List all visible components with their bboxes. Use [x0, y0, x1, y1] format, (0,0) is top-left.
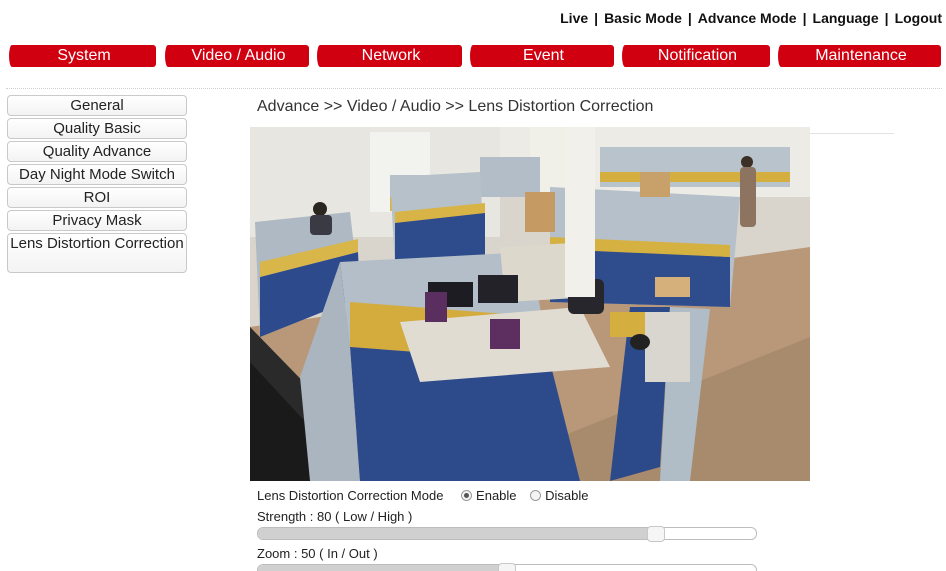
top-links: Live | Basic Mode | Advance Mode | Language | Lo… [560, 10, 942, 26]
strength-slider-handle[interactable] [647, 526, 665, 542]
enable-radio[interactable] [461, 490, 473, 501]
sidebar-item-quality-basic[interactable]: Quality Basic [7, 118, 187, 139]
live-video-view[interactable] [250, 127, 810, 481]
sidebar-item-lens-distortion-correction[interactable]: Lens Distortion Correction [7, 233, 187, 273]
main-nav: System Video / Audio Network Event Notif… [6, 45, 942, 67]
tab-network[interactable]: Network [317, 45, 462, 67]
sidebar-item-day-night-mode-switch[interactable]: Day Night Mode Switch [7, 164, 187, 185]
separator: | [687, 10, 692, 26]
tab-video-audio[interactable]: Video / Audio [165, 45, 309, 67]
separator: | [884, 10, 889, 26]
zoom-slider[interactable] [257, 563, 757, 571]
strength-slider-fill [258, 528, 656, 539]
mode-label: Lens Distortion Correction Mode [257, 488, 444, 503]
sidebar: General Quality Basic Quality Advance Da… [7, 95, 187, 275]
enable-label[interactable]: Enable [476, 488, 516, 503]
logout-link[interactable]: Logout [895, 10, 942, 26]
zoom-label: Zoom : 50 ( In / Out ) [257, 546, 378, 561]
disable-label[interactable]: Disable [545, 488, 588, 503]
sidebar-item-general[interactable]: General [7, 95, 187, 116]
divider [810, 133, 894, 134]
divider [6, 88, 942, 89]
separator: | [802, 10, 807, 26]
sidebar-item-quality-advance[interactable]: Quality Advance [7, 141, 187, 162]
strength-slider[interactable] [257, 526, 757, 542]
strength-label: Strength : 80 ( Low / High ) [257, 509, 413, 524]
language-link[interactable]: Language [813, 10, 879, 26]
basic-mode-link[interactable]: Basic Mode [604, 10, 682, 26]
mode-row: Lens Distortion Correction Mode Enable D… [257, 488, 757, 503]
lens-correction-controls: Lens Distortion Correction Mode Enable D… [257, 488, 757, 571]
camera-live-view-icon [250, 127, 810, 481]
tab-notification[interactable]: Notification [622, 45, 770, 67]
tab-event[interactable]: Event [470, 45, 614, 67]
separator: | [594, 10, 599, 26]
sidebar-item-privacy-mask[interactable]: Privacy Mask [7, 210, 187, 231]
breadcrumb: Advance >> Video / Audio >> Lens Distort… [257, 98, 654, 115]
live-link[interactable]: Live [560, 10, 588, 26]
zoom-slider-handle[interactable] [498, 563, 516, 571]
tab-maintenance[interactable]: Maintenance [778, 45, 941, 67]
tab-system[interactable]: System [9, 45, 156, 67]
sidebar-item-roi[interactable]: ROI [7, 187, 187, 208]
advance-mode-link[interactable]: Advance Mode [698, 10, 797, 26]
zoom-slider-fill [258, 565, 507, 571]
disable-radio[interactable] [530, 490, 542, 501]
